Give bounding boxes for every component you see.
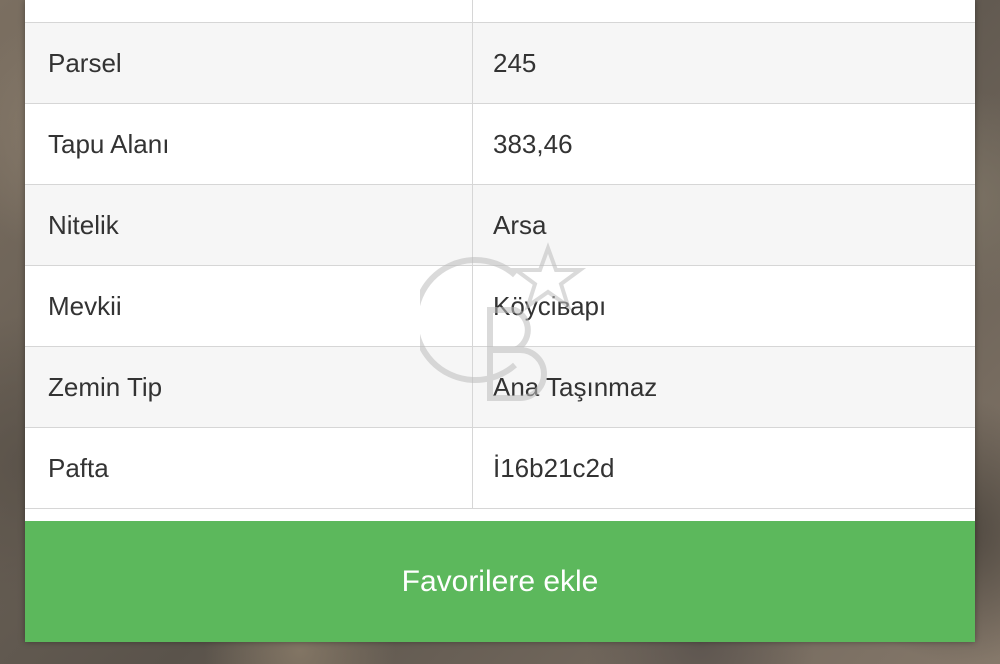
row-label: Pafta <box>25 428 473 508</box>
row-label: Tapu Alanı <box>25 104 473 184</box>
row-label: Parsel <box>25 23 473 103</box>
table-row: Pafta İ16b21c2d <box>25 428 975 509</box>
row-value: Köyciварı <box>493 290 607 321</box>
row-value: Ana Taşınmaz <box>493 371 658 402</box>
row-label: Nitelik <box>25 185 473 265</box>
details-table: Parsel 245 Tapu Alanı 383,46 Nitelik Ars… <box>25 0 975 509</box>
row-value: 383,46 <box>493 128 573 159</box>
row-value: İ16b21c2d <box>493 452 615 483</box>
table-row: Nitelik Arsa <box>25 185 975 266</box>
table-row: Mevkii Köyciварı <box>25 266 975 347</box>
table-row: Tapu Alanı 383,46 <box>25 104 975 185</box>
table-row <box>25 0 975 23</box>
row-label: Mevkii <box>25 266 473 346</box>
property-details-panel: Parsel 245 Tapu Alanı 383,46 Nitelik Ars… <box>25 0 975 642</box>
row-label: Zemin Tip <box>25 347 473 427</box>
row-value: Arsa <box>493 209 547 240</box>
add-to-favorites-button[interactable]: Favorilere ekle <box>25 521 975 642</box>
row-label <box>25 0 473 22</box>
row-value <box>473 0 975 22</box>
row-value: 245 <box>493 47 537 78</box>
table-row: Parsel 245 <box>25 23 975 104</box>
table-row: Zemin Tip Ana Taşınmaz <box>25 347 975 428</box>
